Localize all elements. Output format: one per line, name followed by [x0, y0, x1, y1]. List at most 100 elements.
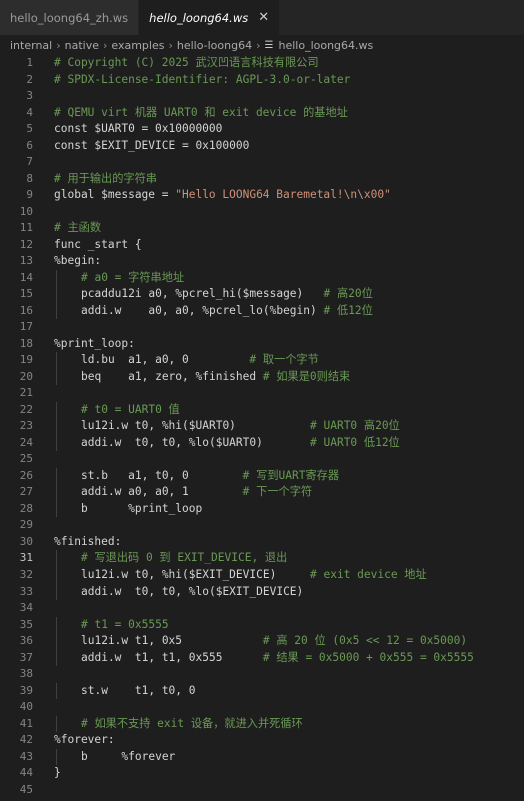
code-line[interactable]: 25	[0, 451, 524, 468]
tab-label: hello_loong64.ws	[149, 10, 249, 25]
code-text: # QEMU virt 机器 UART0 和 exit device 的基地址	[54, 105, 348, 119]
code-line[interactable]: 30 %finished:	[0, 534, 524, 551]
code-text: # t0 = UART0 值	[81, 402, 180, 416]
line-number: 39	[19, 683, 33, 697]
code-text: st.w t1, t0, 0	[81, 683, 196, 697]
code-editor[interactable]: 1 # Copyright (C) 2025 武汉凹语言科技有限公司 2 # SPDX…	[0, 55, 524, 801]
code-line[interactable]: 21	[0, 385, 524, 402]
code-line[interactable]: 38	[0, 666, 524, 683]
indent-guide	[56, 682, 57, 700]
indent-guide	[56, 616, 57, 634]
code-line[interactable]: 3	[0, 88, 524, 105]
line-number: 9	[26, 188, 33, 202]
breadcrumb-item-examples[interactable]: examples	[111, 39, 164, 52]
code-line[interactable]: 41 # 如果不支持 exit 设备，就进入并死循环	[0, 715, 524, 733]
code-text: # 如果不支持 exit 设备，就进入并死循环	[81, 716, 303, 730]
code-line[interactable]: 32 lu12i.w t0, %hi($EXIT_DEVICE) # exit d…	[0, 566, 524, 584]
code-line[interactable]: 18 %print_loop:	[0, 336, 524, 353]
code-line[interactable]: 19 ld.bu a1, a0, 0 # 取一个字节	[0, 352, 524, 369]
indent-guide	[56, 748, 57, 766]
code-line[interactable]: 1 # Copyright (C) 2025 武汉凹语言科技有限公司	[0, 55, 524, 72]
indent-guide	[56, 633, 57, 650]
breadcrumb-item-hello-loong64[interactable]: hello-loong64	[177, 39, 252, 52]
code-line[interactable]: 36 lu12i.w t1, 0x5 # 高 20 位 (0x5 << 12 = …	[0, 633, 524, 650]
code-line[interactable]: 7	[0, 154, 524, 171]
code-line[interactable]: 42 %forever:	[0, 732, 524, 749]
code-line[interactable]: 20 beq a1, zero, %finished # 如果是0则结束	[0, 368, 524, 386]
code-line[interactable]: 31 # 写退出码 0 到 EXIT_DEVICE, 退出	[0, 550, 524, 567]
indent-guide	[56, 583, 57, 601]
code-line[interactable]: 40	[0, 699, 524, 716]
line-number: 29	[19, 518, 33, 532]
code-line[interactable]: 22 # t0 = UART0 值	[0, 401, 524, 419]
indent-guide	[56, 401, 57, 419]
breadcrumb-item-native[interactable]: native	[65, 39, 99, 52]
file-lines-icon: ☰	[264, 39, 274, 51]
close-icon[interactable]: ✕	[258, 10, 269, 25]
code-line[interactable]: 24 addi.w t0, t0, %lo($UART0) # UART0 低12…	[0, 434, 524, 452]
indent-guide	[56, 500, 57, 518]
code-line[interactable]: 12 func _start {	[0, 237, 524, 254]
code-line[interactable]: 5 const $UART0 = 0x10000000	[0, 121, 524, 138]
line-number: 5	[26, 122, 33, 136]
indent-guide	[56, 550, 57, 567]
indent-guide	[56, 269, 57, 287]
code-line[interactable]: 28 b %print_loop	[0, 500, 524, 518]
code-line[interactable]: 4 # QEMU virt 机器 UART0 和 exit device 的基地址	[0, 105, 524, 122]
tab-bar: hello_loong64_zh.ws hello_loong64.ws ✕	[0, 0, 524, 35]
code-line[interactable]: 2 # SPDX-License-Identifier: AGPL-3.0-or-…	[0, 72, 524, 89]
chevron-right-icon: ›	[102, 38, 108, 52]
code-text: b %print_loop	[81, 501, 203, 515]
line-number: 13	[19, 254, 33, 268]
code-line[interactable]: 34	[0, 600, 524, 617]
line-number: 43	[19, 749, 33, 763]
tab-hello-loong64[interactable]: hello_loong64.ws ✕	[139, 0, 281, 35]
code-text: # 写退出码 0 到 EXIT_DEVICE, 退出	[81, 551, 288, 565]
code-line[interactable]: 44}	[0, 765, 524, 782]
code-line[interactable]: 16 addi.w a0, a0, %pcrel_lo(%begin) # 低12…	[0, 302, 524, 320]
code-line[interactable]: 33 addi.w t0, t0, %lo($EXIT_DEVICE)	[0, 583, 524, 601]
code-line[interactable]: 9 global $message = "Hello LOONG64 Bareme…	[0, 187, 524, 204]
breadcrumb-item-file[interactable]: hello_loong64.ws	[278, 39, 373, 52]
line-number: 23	[19, 419, 33, 433]
code-line[interactable]: 37 addi.w t1, t1, 0x555 # 结果 = 0x5000 + 0…	[0, 649, 524, 667]
code-line[interactable]: 8 # 用于输出的字符串	[0, 171, 524, 188]
code-text: beq a1, zero, %finished # 如果是0则结束	[81, 369, 351, 383]
code-line[interactable]: 27 addi.w a0, a0, 1 # 下一个字符	[0, 484, 524, 501]
code-text: global $message = "Hello LOONG64 Baremet…	[54, 188, 391, 202]
code-line[interactable]: 13 %begin:	[0, 253, 524, 270]
chevron-right-icon: ›	[56, 38, 61, 52]
line-number: 7	[26, 155, 33, 169]
line-number: 15	[19, 287, 33, 301]
code-text: # a0 = 字符串地址	[81, 270, 185, 284]
line-number: 30	[19, 534, 33, 548]
code-line[interactable]: 23 lu12i.w t0, %hi($UART0) # UART0 高20位	[0, 418, 524, 435]
code-line[interactable]: 10	[0, 204, 524, 221]
code-line[interactable]: 43 b %forever	[0, 748, 524, 766]
code-text: %forever:	[54, 733, 115, 747]
code-line[interactable]: 29	[0, 517, 524, 534]
code-line[interactable]: 6 const $EXIT_DEVICE = 0x100000	[0, 138, 524, 155]
code-line[interactable]: 17	[0, 319, 524, 336]
code-line[interactable]: 39 st.w t1, t0, 0	[0, 682, 524, 700]
code-line[interactable]: 26 st.b a1, t0, 0 # 写到UART寄存器	[0, 467, 524, 485]
line-number: 16	[19, 303, 33, 317]
indent-guide	[56, 286, 57, 303]
code-line[interactable]: 15 pcaddu12i a0, %pcrel_hi($message) # 高2…	[0, 286, 524, 303]
breadcrumb-item-internal[interactable]: internal	[10, 39, 52, 52]
line-number: 3	[26, 89, 33, 103]
code-line[interactable]: 35 # t1 = 0x5555	[0, 616, 524, 634]
code-text: ld.bu a1, a0, 0 # 取一个字节	[81, 353, 319, 367]
code-line[interactable]: 11 # 主函数	[0, 220, 524, 237]
line-number: 45	[19, 782, 33, 796]
code-text: # 用于输出的字符串	[54, 171, 157, 185]
line-number: 6	[26, 138, 33, 152]
tab-hello-loong64-zh[interactable]: hello_loong64_zh.ws	[0, 0, 140, 35]
line-number: 11	[19, 221, 33, 235]
code-line[interactable]: 14 # a0 = 字符串地址	[0, 269, 524, 287]
line-number: 36	[19, 634, 33, 648]
code-text: # 主函数	[54, 221, 102, 235]
code-text: const $UART0 = 0x10000000	[54, 122, 223, 136]
code-line[interactable]: 45	[0, 782, 524, 799]
code-text: func _start {	[54, 237, 142, 251]
